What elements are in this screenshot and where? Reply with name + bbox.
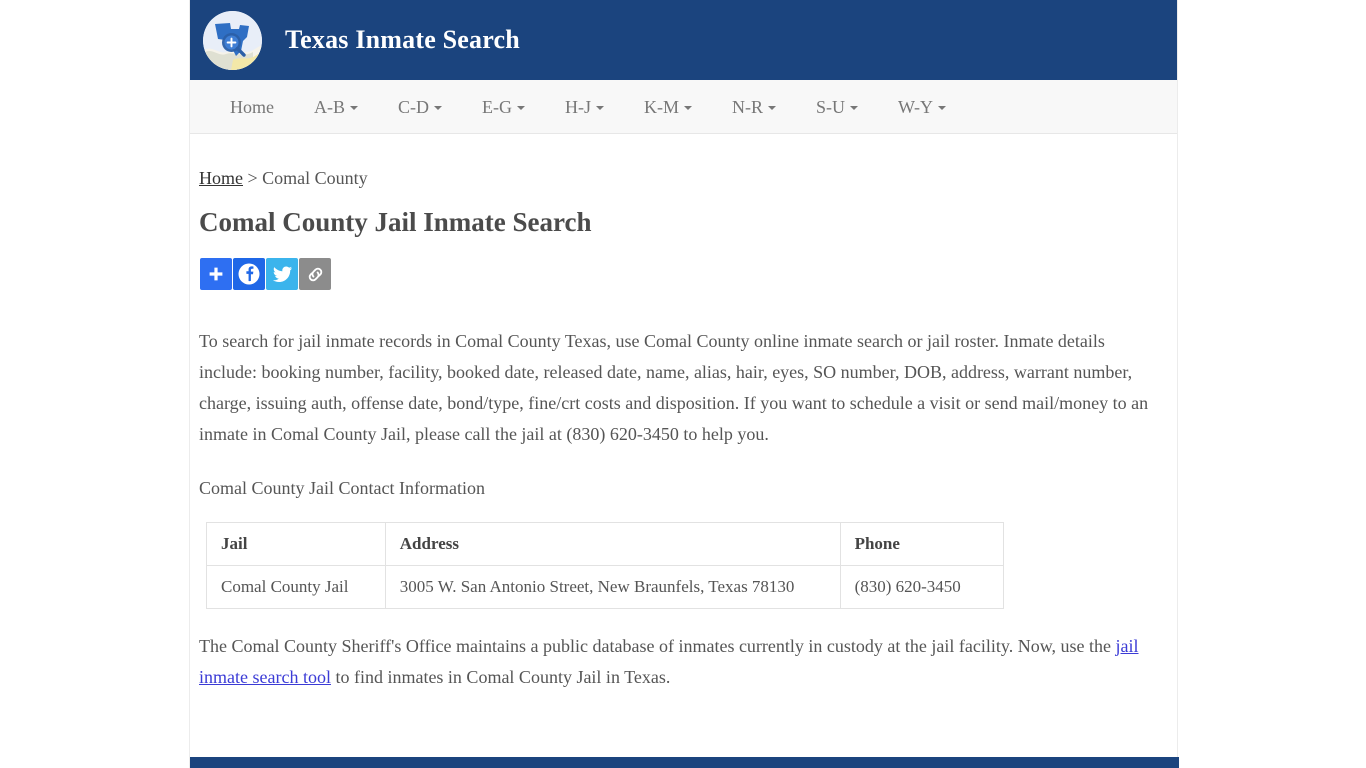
breadcrumb: Home > Comal County	[199, 168, 1155, 189]
outro-paragraph: The Comal County Sheriff's Office mainta…	[199, 631, 1154, 693]
nav-item-a-b[interactable]: A-B	[294, 80, 378, 134]
nav-item-label: N-R	[732, 96, 763, 117]
site-header: Texas Inmate Search	[190, 0, 1177, 80]
nav-item-s-u[interactable]: S-U	[796, 80, 878, 134]
breadcrumb-current: Comal County	[262, 168, 368, 188]
twitter-icon	[272, 264, 293, 285]
nav-item-w-y[interactable]: W-Y	[878, 80, 966, 134]
addthis-share-button[interactable]	[200, 258, 232, 290]
plus-icon	[207, 265, 225, 283]
site-container: Texas Inmate Search Home A-B C-D E-G H-J…	[189, 0, 1179, 768]
nav-item-e-g[interactable]: E-G	[462, 80, 545, 134]
cell-jail: Comal County Jail	[206, 565, 386, 609]
breadcrumb-separator: >	[243, 168, 263, 188]
nav-item-h-j[interactable]: H-J	[545, 80, 624, 134]
nav-item-label: H-J	[565, 96, 591, 117]
nav-item-n-r[interactable]: N-R	[712, 80, 796, 134]
nav-item-c-d[interactable]: C-D	[378, 80, 462, 134]
nav-item-home[interactable]: Home	[210, 80, 294, 134]
share-button-group	[200, 258, 1155, 290]
nav-item-label: E-G	[482, 96, 512, 117]
chevron-down-icon	[596, 105, 604, 110]
chevron-down-icon	[350, 105, 358, 110]
nav-item-label: C-D	[398, 96, 429, 117]
intro-paragraph: To search for jail inmate records in Com…	[199, 331, 1149, 444]
column-header-address: Address	[384, 522, 841, 566]
chevron-down-icon	[768, 105, 776, 110]
nav-item-label: Home	[230, 96, 274, 117]
page-title: Comal County Jail Inmate Search	[199, 207, 592, 237]
chevron-down-icon	[684, 105, 692, 110]
nav-item-label: A-B	[314, 96, 345, 117]
footer-bar	[190, 757, 1179, 768]
nav-item-label: W-Y	[898, 96, 934, 117]
table-header-row: Jail Address Phone	[206, 522, 1005, 566]
outro-text-after: to find inmates in Comal County Jail in …	[330, 667, 671, 687]
chevron-down-icon	[938, 105, 947, 110]
column-header-jail: Jail	[206, 522, 386, 566]
site-title: Texas Inmate Search	[285, 25, 520, 54]
page-root: Texas Inmate Search Home A-B C-D E-G H-J…	[0, 0, 1366, 768]
nav-item-label: K-M	[644, 96, 679, 117]
cell-address: 3005 W. San Antonio Street, New Braunfel…	[384, 565, 841, 609]
facebook-icon	[237, 262, 261, 286]
twitter-share-button[interactable]	[266, 258, 298, 290]
column-header-phone: Phone	[839, 522, 1005, 566]
chain-link-icon	[306, 265, 325, 284]
chevron-down-icon	[850, 105, 859, 110]
outro-text-before: The Comal County Sheriff's Office mainta…	[199, 636, 1116, 656]
chevron-down-icon	[517, 105, 525, 110]
facebook-share-button[interactable]	[233, 258, 265, 290]
contact-heading: Comal County Jail Contact Information	[199, 478, 485, 498]
nav-item-label: S-U	[816, 96, 846, 117]
table-row: Comal County Jail 3005 W. San Antonio St…	[206, 565, 1005, 609]
contact-table: Jail Address Phone Comal County Jail 300…	[206, 522, 1005, 609]
nav-item-k-m[interactable]: K-M	[624, 80, 712, 134]
breadcrumb-link-home[interactable]: Home	[199, 168, 243, 188]
main-content: Home > Comal County Comal County Jail In…	[190, 134, 1177, 693]
cell-phone: (830) 620-3450	[839, 565, 1005, 609]
texas-map-magnifier-icon[interactable]	[203, 10, 262, 70]
copy-link-button[interactable]	[299, 258, 331, 290]
main-navigation: Home A-B C-D E-G H-J K-M N-R S-U W-Y	[190, 80, 1177, 134]
chevron-down-icon	[434, 105, 442, 110]
